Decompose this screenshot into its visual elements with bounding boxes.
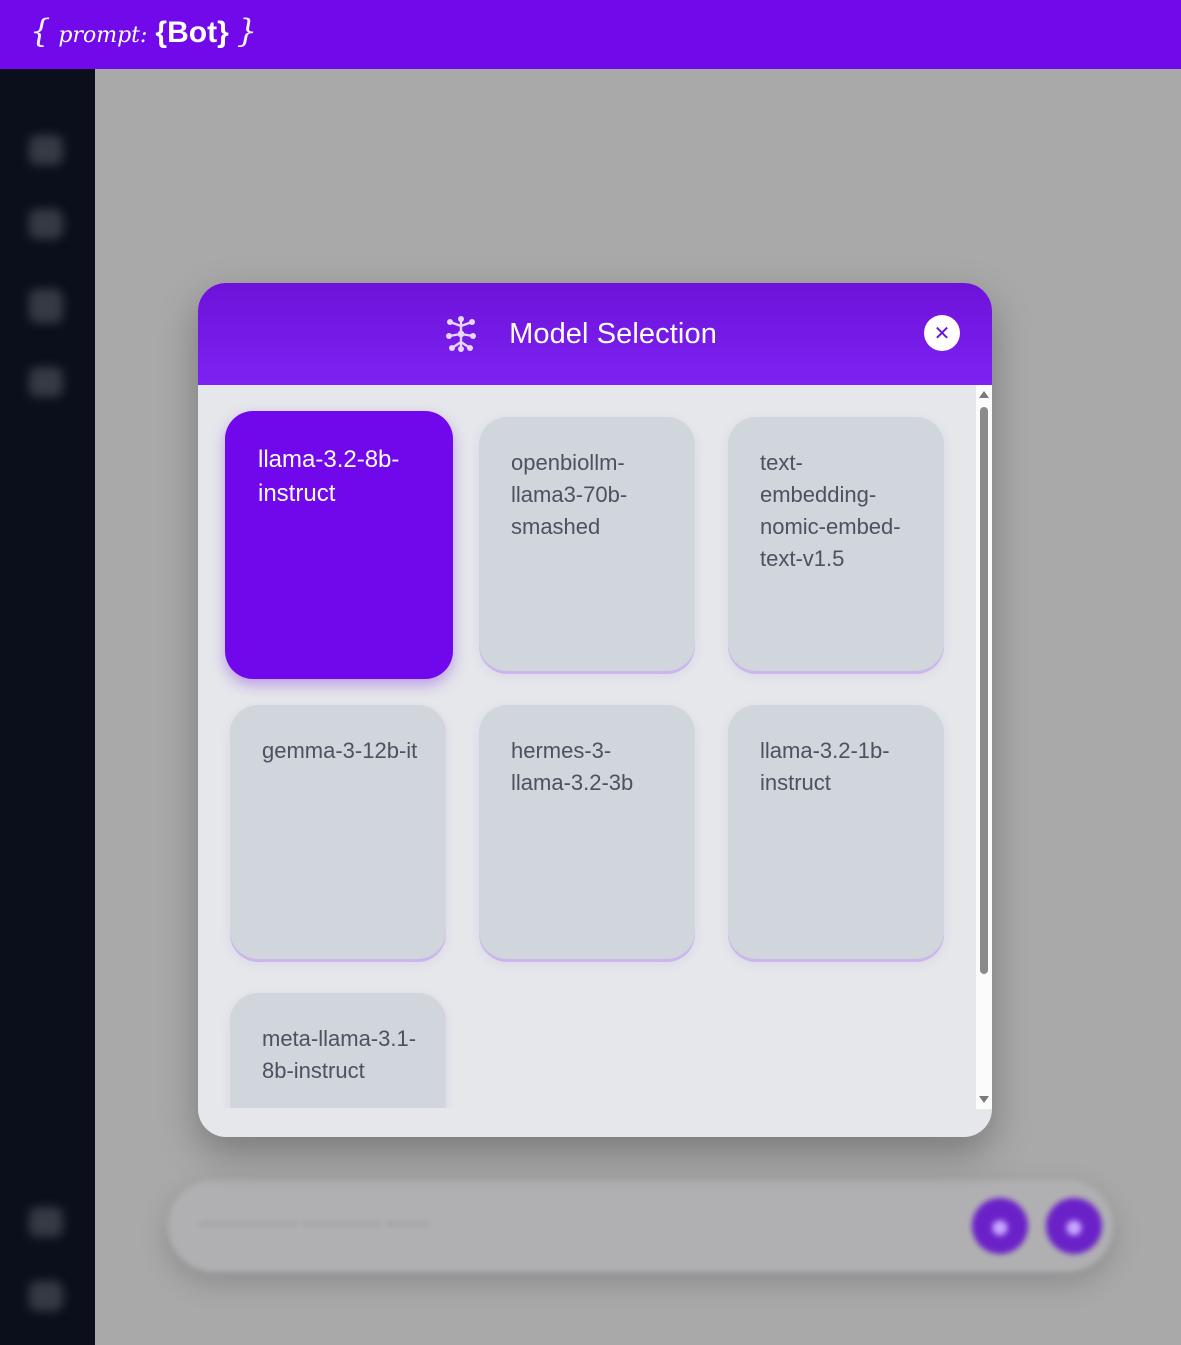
history-icon[interactable]: [29, 289, 63, 323]
close-button[interactable]: ✕: [924, 315, 960, 351]
model-selection-modal: Model Selection ✕ llama-3.2-8b-instruct …: [198, 283, 992, 1137]
logout-icon[interactable]: [29, 1281, 63, 1311]
modal-scrollbar[interactable]: [976, 385, 992, 1109]
brand-prompt-text: prompt:: [58, 23, 148, 48]
brand-inner-close-brace: }: [217, 16, 229, 49]
model-grid: llama-3.2-8b-instruct openbiollm-llama3-…: [198, 385, 976, 1108]
top-bar: { prompt: { Bot } }: [0, 0, 1181, 69]
model-card-meta-llama-3.1-8b-instruct[interactable]: meta-llama-3.1-8b-instruct: [230, 993, 446, 1108]
model-card-gemma-3-12b-it[interactable]: gemma-3-12b-it: [230, 705, 446, 959]
chat-input-bar: ───────── ─────── ──── ● ●: [168, 1180, 1113, 1272]
chat-icon[interactable]: [29, 209, 63, 239]
scroll-down-arrow-icon[interactable]: [979, 1096, 989, 1103]
chat-input-placeholder[interactable]: ───────── ─────── ────: [200, 1214, 428, 1235]
attach-icon: ●: [991, 1214, 1009, 1238]
sidebar: [0, 69, 95, 1345]
brand-bot-text: Bot: [167, 16, 218, 49]
model-card-text-embedding-nomic-embed-text-v1.5[interactable]: text-embedding-nomic-embed-text-v1.5: [728, 417, 944, 671]
attach-button[interactable]: ●: [972, 1198, 1028, 1254]
brand-open-brace: {: [30, 12, 51, 50]
model-card-llama-3.2-8b-instruct[interactable]: llama-3.2-8b-instruct: [225, 411, 453, 679]
brand-inner-open-brace: {: [155, 16, 168, 49]
network-nodes-icon: [446, 316, 477, 352]
brand-logo[interactable]: { prompt: { Bot } }: [30, 12, 257, 50]
model-card-openbiollm-llama3-70b-smashed[interactable]: openbiollm-llama3-70b-smashed: [479, 417, 695, 671]
send-button[interactable]: ●: [1046, 1198, 1102, 1254]
settings-icon[interactable]: [29, 367, 63, 397]
user-icon[interactable]: [29, 1207, 63, 1237]
brand-close-brace: }: [236, 12, 258, 50]
home-icon[interactable]: [29, 135, 63, 165]
model-card-hermes-3-llama-3.2-3b[interactable]: hermes-3-llama-3.2-3b: [479, 705, 695, 959]
close-icon: ✕: [933, 321, 951, 345]
scroll-thumb[interactable]: [980, 407, 988, 974]
modal-title: Model Selection: [509, 317, 717, 350]
scroll-up-arrow-icon[interactable]: [979, 391, 989, 398]
modal-header: Model Selection ✕: [198, 283, 992, 385]
send-icon: ●: [1065, 1214, 1083, 1238]
model-card-llama-3.2-1b-instruct[interactable]: llama-3.2-1b-instruct: [728, 705, 944, 959]
